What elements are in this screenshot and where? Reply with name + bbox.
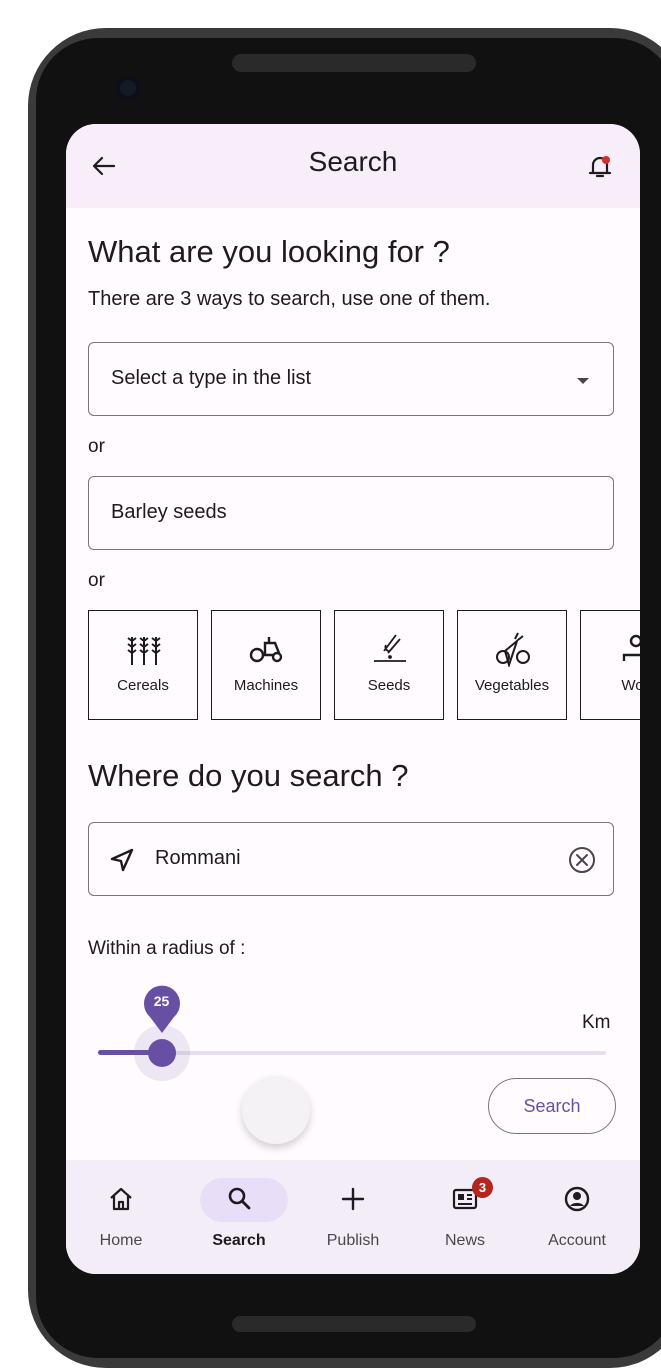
bottom-navigation: Home Search Publish 3 News Account <box>66 1160 640 1274</box>
nav-label: News <box>444 1232 485 1249</box>
location-input[interactable]: Rommani <box>88 822 614 896</box>
home-icon <box>110 1187 132 1211</box>
category-label: Cereals <box>117 677 169 694</box>
worker-icon <box>622 634 640 661</box>
type-select-placeholder: Select a type in the list <box>111 367 312 389</box>
category-label: Seeds <box>367 677 411 694</box>
category-label: Vegetables <box>474 677 550 694</box>
keyword-input-value: Barley seeds <box>111 501 227 523</box>
account-circle-icon <box>564 1186 590 1212</box>
app-screen: Search What are you looking for ? There … <box>66 124 640 1274</box>
search-button[interactable]: Search <box>488 1078 616 1134</box>
nav-label: Home <box>99 1232 143 1249</box>
notification-dot <box>602 156 610 164</box>
category-machines[interactable]: Machines <box>211 610 321 720</box>
or-separator: or <box>88 570 105 591</box>
location-value: Rommani <box>155 847 241 869</box>
touch-indicator <box>242 1076 310 1144</box>
app-bar: Search <box>66 124 640 208</box>
radius-slider[interactable]: 25 <box>98 985 606 1081</box>
what-subtitle: There are 3 ways to search, use one of t… <box>88 288 491 310</box>
dropdown-arrow-icon <box>577 378 589 384</box>
plus-icon <box>341 1187 365 1211</box>
category-vegetables[interactable]: Vegetables <box>457 610 567 720</box>
bell-icon[interactable] <box>584 150 616 182</box>
type-select[interactable]: Select a type in the list <box>88 342 614 416</box>
nav-item-search[interactable]: Search <box>184 1160 294 1274</box>
category-label: Wor <box>621 677 640 694</box>
nav-item-publish[interactable]: Publish <box>298 1160 408 1274</box>
vegetables-icon <box>496 632 530 667</box>
nav-item-home[interactable]: Home <box>66 1160 176 1274</box>
search-icon <box>228 1187 251 1210</box>
category-seeds[interactable]: Seeds <box>334 610 444 720</box>
nav-label: Search <box>212 1232 266 1249</box>
radius-unit: Km <box>582 1012 611 1033</box>
phone-camera <box>116 76 140 100</box>
news-badge: 3 <box>472 1177 493 1198</box>
page-title: Search <box>308 146 398 177</box>
nav-label: Account <box>548 1232 606 1249</box>
what-heading: What are you looking for ? <box>88 234 450 269</box>
phone-speaker <box>232 54 476 72</box>
nav-item-account[interactable]: Account <box>522 1160 632 1274</box>
nav-label: Publish <box>326 1232 380 1249</box>
where-heading: Where do you search ? <box>88 758 409 793</box>
slider-value-indicator: 25 <box>142 983 182 1035</box>
sowing-icon <box>374 634 406 662</box>
nav-item-news[interactable]: 3 News <box>410 1160 520 1274</box>
category-strip: Cereals Machines Seeds Vegetables Wo <box>88 610 640 722</box>
slider-value-text: 25 <box>153 993 170 1009</box>
phone-bottom-bar <box>232 1316 476 1332</box>
radius-label: Within a radius of : <box>88 938 246 959</box>
category-workers[interactable]: Wor <box>580 610 640 720</box>
wheat-icon <box>127 637 161 665</box>
navigation-arrow-icon <box>110 848 134 872</box>
category-cereals[interactable]: Cereals <box>88 610 198 720</box>
value-pin-shape <box>143 985 180 1033</box>
clear-circle-icon[interactable] <box>567 845 597 875</box>
keyword-input[interactable]: Barley seeds <box>88 476 614 550</box>
slider-thumb[interactable] <box>147 1039 176 1067</box>
tractor-icon <box>249 637 283 663</box>
or-separator: or <box>88 436 105 457</box>
category-label: Machines <box>233 677 299 694</box>
